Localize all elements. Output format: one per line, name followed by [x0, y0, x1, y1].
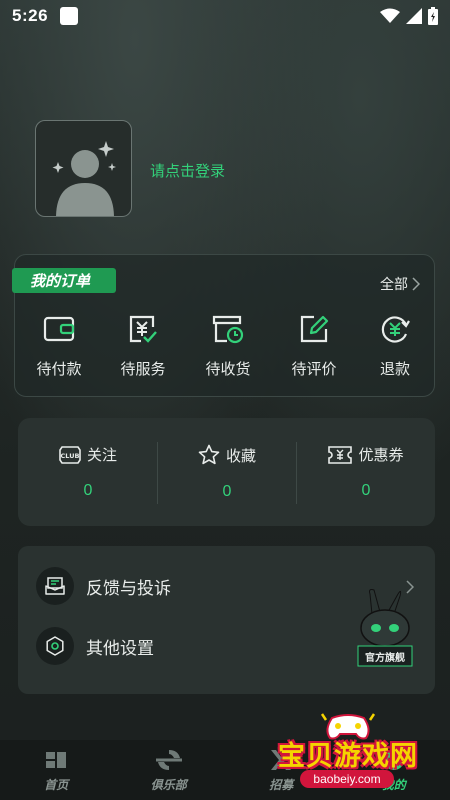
- yen-check-icon: [126, 312, 160, 346]
- orders-title: 我的订单: [12, 268, 116, 293]
- feedback-icon: [36, 567, 74, 605]
- stat-follow[interactable]: CLUB 关注 0: [28, 444, 148, 500]
- watermark: 宝贝游戏网 baobeiy.com: [270, 710, 430, 798]
- nav-label: 首页: [44, 777, 69, 792]
- order-pending-receipt[interactable]: 待收货: [193, 312, 263, 382]
- svg-text:官方旗舰: 官方旗舰: [365, 651, 405, 664]
- battery-icon: [428, 7, 438, 25]
- yen-refresh-icon: [378, 312, 412, 346]
- order-label: 退款: [379, 361, 410, 378]
- watermark-url: baobeiy.com: [300, 770, 394, 788]
- wallet-icon: [42, 312, 76, 346]
- stat-label: 优惠券: [358, 447, 404, 464]
- nav-club[interactable]: 俱乐部: [113, 740, 226, 800]
- stat-count: 0: [83, 482, 93, 499]
- orders-all-label: 全部: [380, 276, 408, 292]
- order-label: 待服务: [120, 361, 166, 378]
- menu-label: 其他设置: [86, 638, 154, 658]
- status-time: 5:26: [12, 6, 49, 25]
- stat-count: 0: [222, 483, 232, 500]
- order-refund[interactable]: 退款: [360, 312, 430, 382]
- watermark-title: 宝贝游戏网: [278, 741, 418, 772]
- nav-home[interactable]: 首页: [0, 740, 113, 800]
- menu-settings[interactable]: 其他设置: [36, 627, 154, 665]
- signal-icon: [406, 8, 422, 24]
- status-icons: [380, 7, 438, 25]
- stat-favorites[interactable]: 收藏 0: [167, 444, 287, 501]
- stat-count: 0: [361, 482, 371, 499]
- official-flagship-mascot[interactable]: 官方旗舰: [352, 588, 418, 672]
- notification-icon: [60, 7, 79, 25]
- coupon-icon: [328, 445, 353, 464]
- svg-text:CLUB: CLUB: [61, 452, 80, 460]
- menu-feedback[interactable]: 反馈与投诉: [36, 567, 171, 605]
- wifi-icon: [380, 8, 400, 23]
- default-avatar-icon: [52, 141, 116, 216]
- box-clock-icon: [211, 312, 245, 346]
- order-pending-payment[interactable]: 待付款: [24, 312, 94, 382]
- edit-icon: [297, 312, 331, 346]
- order-label: 待收货: [205, 361, 251, 378]
- stat-label: 关注: [86, 447, 117, 464]
- menu-label: 反馈与投诉: [86, 578, 171, 598]
- divider: [157, 442, 158, 504]
- orders-all-link[interactable]: 全部: [380, 274, 420, 294]
- divider: [296, 442, 297, 504]
- order-pending-review[interactable]: 待评价: [279, 312, 349, 382]
- status-bar: 5:26: [0, 0, 450, 32]
- nav-label: 俱乐部: [150, 777, 187, 792]
- login-link[interactable]: 请点击登录: [150, 160, 225, 181]
- settings-icon: [36, 627, 74, 665]
- home-icon: [46, 751, 67, 768]
- club-nav-icon: [155, 749, 182, 770]
- order-label: 待评价: [291, 361, 337, 378]
- chevron-right-icon: [412, 277, 420, 291]
- star-icon: [198, 444, 220, 465]
- club-icon: CLUB: [59, 445, 81, 464]
- order-label: 待付款: [36, 361, 82, 378]
- stat-label: 收藏: [225, 447, 256, 465]
- order-pending-service[interactable]: 待服务: [108, 312, 178, 382]
- avatar[interactable]: [35, 120, 132, 217]
- stat-coupons[interactable]: 优惠券 0: [306, 444, 426, 500]
